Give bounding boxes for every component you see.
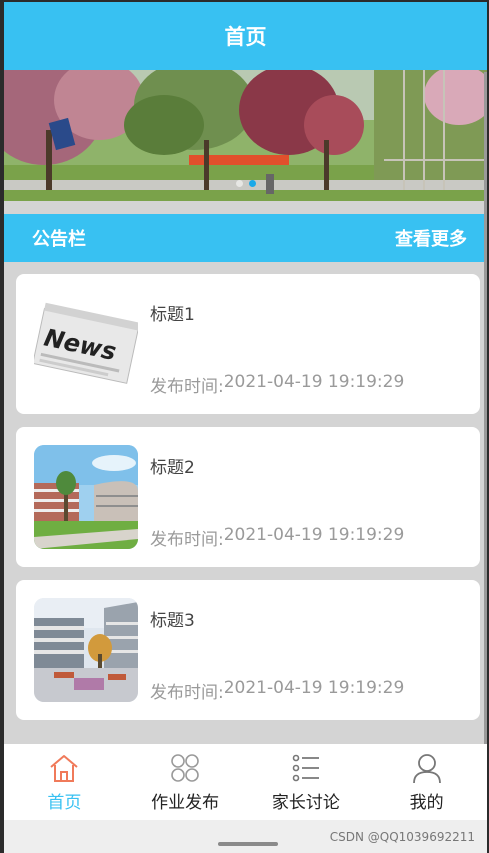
item-title: 标题2: [150, 458, 195, 478]
time-value: 2021-04-19 19:19:29: [223, 678, 405, 698]
time-label: 发布时间:: [150, 377, 224, 397]
list-item[interactable]: 标题3 发布时间: 2021-04-19 19:19:29: [16, 580, 480, 720]
item-time: 发布时间: 2021-04-19 19:19:29: [150, 372, 404, 397]
page-header: 首页: [4, 2, 487, 70]
bottom-tab-bar: 首页 作业发布 家长讨论 我的: [4, 744, 487, 820]
list-icon: [292, 754, 319, 782]
watermark: CSDN @QQ1039692211: [329, 830, 475, 844]
item-time: 发布时间: 2021-04-19 19:19:29: [150, 678, 404, 703]
school-building-thumbnail: [34, 445, 138, 549]
time-label: 发布时间:: [150, 530, 224, 550]
item-title: 标题1: [150, 305, 195, 325]
system-home-bar: CSDN @QQ1039692211: [4, 820, 487, 853]
news-thumbnail: News: [34, 292, 138, 396]
time-value: 2021-04-19 19:19:29: [223, 525, 405, 545]
notice-title: 公告栏: [32, 229, 86, 250]
grid-icon: [171, 754, 199, 782]
school-courtyard-thumbnail: [34, 598, 138, 702]
list-item[interactable]: 标题2 发布时间: 2021-04-19 19:19:29: [16, 427, 480, 567]
item-time: 发布时间: 2021-04-19 19:19:29: [150, 525, 404, 550]
carousel-indicator: [4, 180, 487, 187]
notice-list: News 标题1 发布时间: 2021-04-19 19:19:29 标题2 发…: [16, 274, 480, 733]
carousel-dot[interactable]: [235, 180, 243, 187]
tab-home[interactable]: 首页: [4, 744, 125, 820]
tab-homework[interactable]: 作业发布: [125, 744, 246, 820]
tab-profile[interactable]: 我的: [366, 744, 487, 820]
notice-bar: 公告栏 查看更多: [4, 214, 487, 262]
user-icon: [412, 754, 441, 784]
time-value: 2021-04-19 19:19:29: [223, 372, 405, 392]
page-title: 首页: [224, 25, 267, 49]
view-more-link[interactable]: 查看更多: [395, 225, 467, 251]
list-item[interactable]: News 标题1 发布时间: 2021-04-19 19:19:29: [16, 274, 480, 414]
home-indicator[interactable]: [218, 842, 278, 846]
carousel-dot-active[interactable]: [248, 180, 256, 187]
banner-carousel[interactable]: [4, 70, 487, 201]
tab-label: 家长讨论: [271, 793, 340, 813]
tab-label: 作业发布: [151, 793, 220, 813]
phone-screen: 首页 公告栏 查看更多 News 标题1 发布时间: 2021-04-19 19…: [4, 2, 487, 853]
scrollbar[interactable]: [484, 72, 487, 792]
tab-discussion[interactable]: 家长讨论: [246, 744, 367, 820]
item-title: 标题3: [150, 611, 195, 631]
tab-label: 首页: [47, 793, 82, 813]
home-icon: [50, 755, 79, 782]
tab-label: 我的: [409, 793, 444, 813]
time-label: 发布时间:: [150, 683, 224, 703]
